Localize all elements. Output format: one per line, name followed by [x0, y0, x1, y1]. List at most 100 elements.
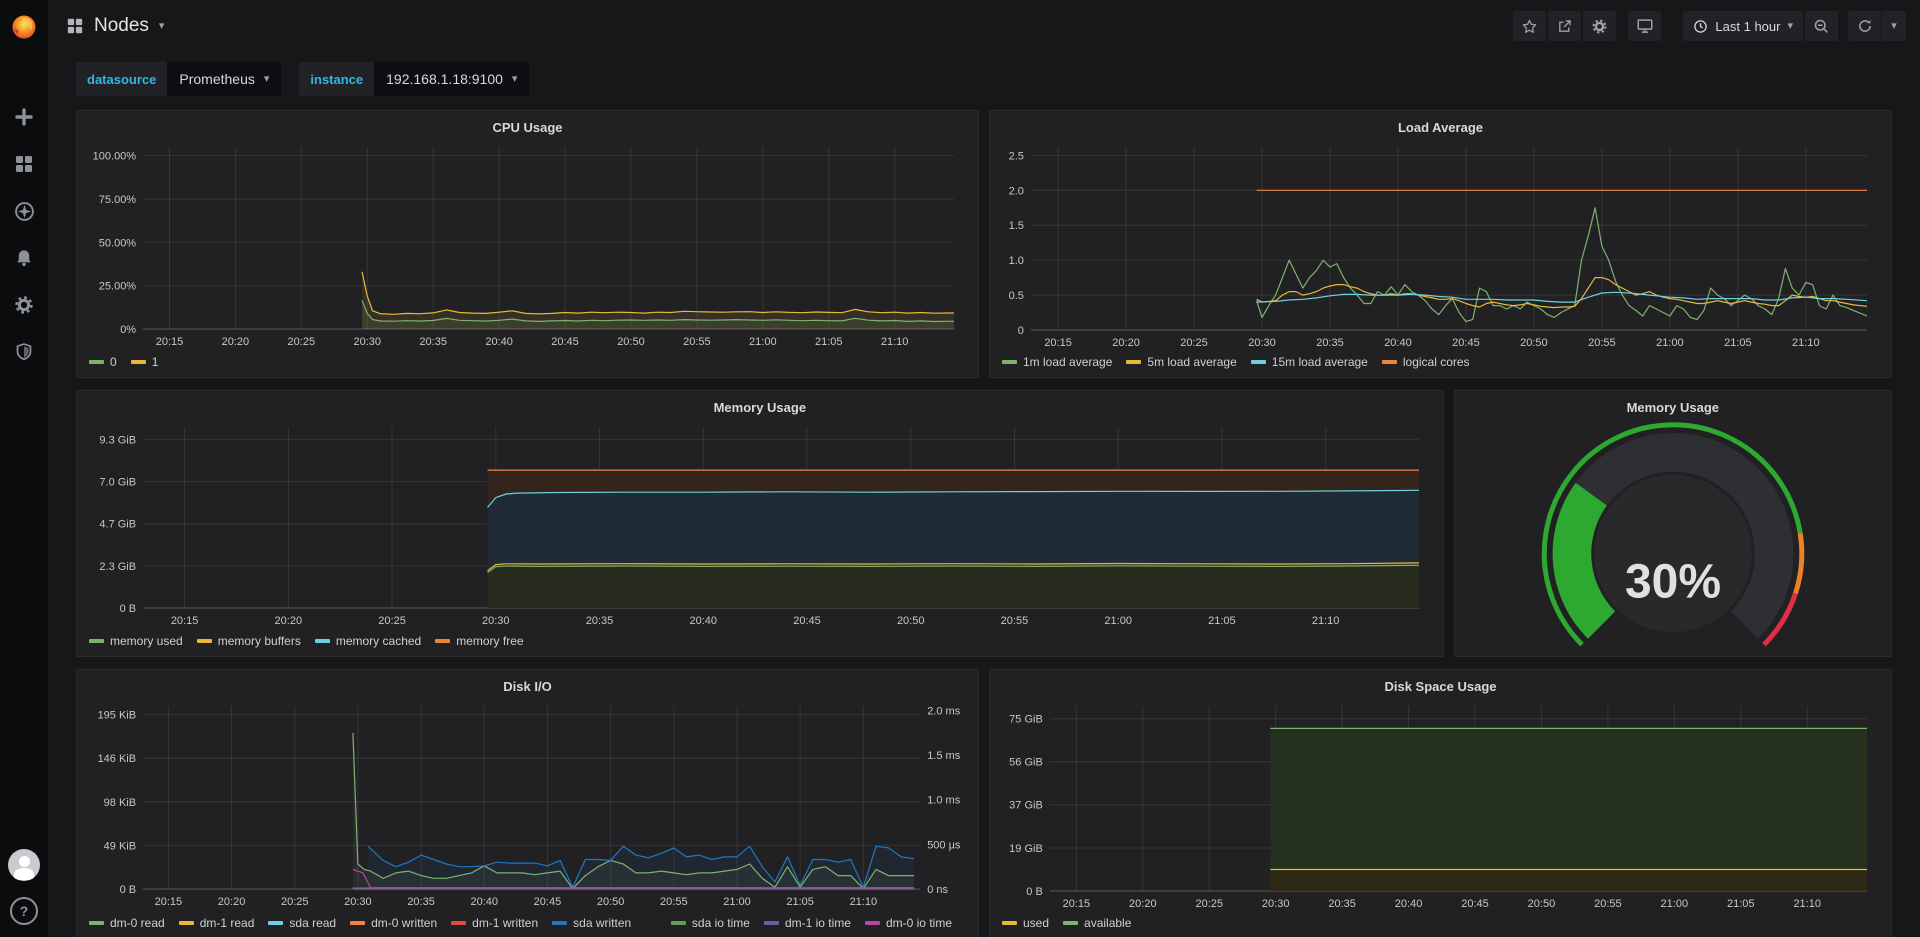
sidebar-item-alerting[interactable]: [13, 247, 35, 269]
svg-text:21:00: 21:00: [1656, 337, 1684, 349]
svg-text:20:40: 20:40: [1395, 898, 1423, 910]
user-avatar[interactable]: [8, 849, 40, 881]
legend-swatch: [1126, 360, 1141, 364]
svg-text:20:50: 20:50: [897, 615, 925, 627]
svg-text:37 GiB: 37 GiB: [1009, 800, 1043, 812]
legend-item-used[interactable]: used: [1002, 916, 1049, 930]
variable-instance[interactable]: instance 192.168.1.18:9100 ▾: [299, 62, 529, 96]
zoom-out-button[interactable]: [1805, 11, 1838, 41]
legend-item-1[interactable]: 1: [131, 355, 159, 369]
legend-label: memory buffers: [218, 634, 301, 648]
memory-usage-chart[interactable]: 0 B2.3 GiB4.7 GiB7.0 GiB9.3 GiB20:1520:2…: [87, 419, 1433, 631]
svg-text:0 ns: 0 ns: [927, 884, 948, 896]
memory-usage-gauge[interactable]: 30%: [1465, 419, 1881, 651]
svg-text:21:05: 21:05: [786, 896, 814, 908]
panel-title[interactable]: Disk I/O: [87, 674, 968, 698]
legend-swatch: [435, 639, 450, 643]
legend-item-memory-free[interactable]: memory free: [435, 634, 523, 648]
legend-label: 0: [110, 355, 117, 369]
legend-swatch: [1002, 921, 1017, 925]
svg-text:20:15: 20:15: [155, 896, 183, 908]
panel-memory-usage-gauge: Memory Usage 30%: [1454, 390, 1892, 657]
legend-item-sda-written[interactable]: sda written: [552, 916, 631, 930]
legend-item-memory-used[interactable]: memory used: [89, 634, 183, 648]
dashboards-grid-icon: [14, 154, 34, 174]
legend-swatch: [451, 921, 466, 925]
legend-item-available[interactable]: available: [1063, 916, 1131, 930]
sidebar-item-create[interactable]: [13, 106, 35, 128]
chart-svg: 0 B19 GiB37 GiB56 GiB75 GiB20:1520:2020:…: [1000, 698, 1881, 913]
dashboard-settings-button[interactable]: [1583, 11, 1616, 41]
grafana-logo-icon: [9, 12, 39, 42]
dashboard-row: CPU Usage 0%25.00%50.00%75.00%100.00%20:…: [76, 110, 1892, 378]
legend-item-logical-cores[interactable]: logical cores: [1382, 355, 1470, 369]
disk-space-usage-chart[interactable]: 0 B19 GiB37 GiB56 GiB75 GiB20:1520:2020:…: [1000, 698, 1881, 913]
grafana-logo[interactable]: [0, 0, 48, 54]
legend-item-memory-cached[interactable]: memory cached: [315, 634, 421, 648]
sidebar-item-explore[interactable]: [13, 200, 35, 222]
svg-text:20:45: 20:45: [1452, 337, 1480, 349]
share-button[interactable]: [1548, 11, 1581, 41]
legend-item-0[interactable]: 0: [89, 355, 117, 369]
legend-item-dm-1-written[interactable]: dm-1 written: [451, 916, 538, 930]
refresh-button[interactable]: [1848, 11, 1881, 41]
svg-text:20:25: 20:25: [1180, 337, 1208, 349]
legend-item-sda-io-time[interactable]: sda io time: [671, 916, 750, 930]
legend-label: sda io time: [692, 916, 750, 930]
legend-swatch: [552, 921, 567, 925]
time-picker-button[interactable]: Last 1 hour ▾: [1683, 11, 1803, 41]
configuration-gear-icon: [14, 295, 34, 315]
svg-text:20:30: 20:30: [482, 615, 510, 627]
panel-load-average: Load Average 00.51.01.52.02.520:1520:202…: [989, 110, 1892, 378]
variable-value-dropdown[interactable]: Prometheus ▾: [167, 62, 281, 96]
dashboard-title-button[interactable]: Nodes ▾: [66, 15, 164, 37]
legend-swatch: [1063, 921, 1078, 925]
legend-item-1m-load-average[interactable]: 1m load average: [1002, 355, 1112, 369]
panel-title[interactable]: Disk Space Usage: [1000, 674, 1881, 698]
cpu-usage-chart[interactable]: 0%25.00%50.00%75.00%100.00%20:1520:2020:…: [87, 139, 968, 352]
svg-text:20:55: 20:55: [660, 896, 688, 908]
legend-item-dm-1-read[interactable]: dm-1 read: [179, 916, 255, 930]
panel-title[interactable]: CPU Usage: [87, 115, 968, 139]
legend-item-sda-read[interactable]: sda read: [268, 916, 336, 930]
svg-text:20:50: 20:50: [1528, 898, 1556, 910]
sidebar-item-server-admin[interactable]: [13, 341, 35, 363]
panel-title[interactable]: Memory Usage: [87, 395, 1433, 419]
sidebar-item-dashboards[interactable]: [13, 153, 35, 175]
refresh-interval-button[interactable]: ▾: [1882, 11, 1906, 41]
svg-text:21:10: 21:10: [850, 896, 878, 908]
legend-item-dm-1-io-time[interactable]: dm-1 io time: [764, 916, 851, 930]
svg-text:21:05: 21:05: [1208, 615, 1236, 627]
panel-title[interactable]: Memory Usage: [1465, 395, 1881, 419]
variable-value-dropdown[interactable]: 192.168.1.18:9100 ▾: [374, 62, 529, 96]
svg-text:20:15: 20:15: [1063, 898, 1091, 910]
variable-datasource[interactable]: datasource Prometheus ▾: [76, 62, 281, 96]
sidebar-item-configuration[interactable]: [13, 294, 35, 316]
svg-text:25.00%: 25.00%: [99, 281, 137, 293]
svg-text:20:50: 20:50: [1520, 337, 1548, 349]
svg-text:21:10: 21:10: [1792, 337, 1820, 349]
cycle-view-button[interactable]: [1628, 11, 1661, 41]
legend-item-dm-0-written[interactable]: dm-0 written: [350, 916, 437, 930]
svg-text:0 B: 0 B: [1026, 886, 1043, 898]
panel-title-text: CPU Usage: [492, 120, 562, 135]
disk-io-chart[interactable]: 0 B49 KiB98 KiB146 KiB195 KiB0 ns500 µs1…: [87, 698, 968, 913]
legend-item-5m-load-average[interactable]: 5m load average: [1126, 355, 1236, 369]
legend-label: dm-1 written: [472, 916, 538, 930]
legend-item-dm-0-io-time[interactable]: dm-0 io time: [865, 916, 952, 930]
svg-text:7.0 GiB: 7.0 GiB: [99, 477, 136, 489]
legend-swatch: [1002, 360, 1017, 364]
star-button[interactable]: [1513, 11, 1546, 41]
variable-value: Prometheus: [179, 71, 254, 87]
panel-disk-space-usage: Disk Space Usage 0 B19 GiB37 GiB56 GiB75…: [989, 669, 1892, 937]
time-range-label: Last 1 hour: [1715, 19, 1780, 34]
legend-item-memory-buffers[interactable]: memory buffers: [197, 634, 301, 648]
load-average-chart[interactable]: 00.51.01.52.02.520:1520:2020:2520:3020:3…: [1000, 139, 1881, 352]
clock-icon: [1693, 19, 1708, 34]
legend-swatch: [1251, 360, 1266, 364]
sidebar: ?: [0, 0, 48, 937]
legend-item-15m-load-average[interactable]: 15m load average: [1251, 355, 1368, 369]
legend-item-dm-0-read[interactable]: dm-0 read: [89, 916, 165, 930]
panel-title[interactable]: Load Average: [1000, 115, 1881, 139]
help-icon[interactable]: ?: [10, 897, 38, 925]
